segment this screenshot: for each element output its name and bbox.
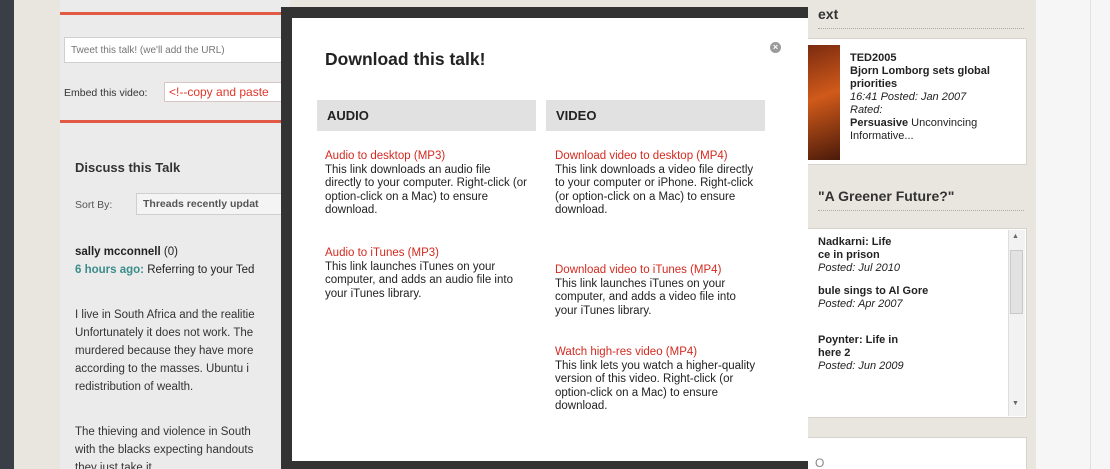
rating-third: Informative...	[850, 130, 914, 142]
playlist-heading: "A Greener Future?"	[818, 188, 955, 204]
scroll-up-arrow-icon[interactable]: ▲	[1012, 233, 1019, 240]
download-option: Download video to desktop (MP4) This lin…	[555, 150, 760, 218]
video-desktop-link[interactable]: Download video to desktop (MP4)	[555, 150, 760, 164]
playlist-item-title[interactable]: Poynter: Life in	[818, 334, 1004, 347]
related-talk-title[interactable]: Bjorn Lomborg sets global priorities	[850, 65, 1022, 91]
download-option: Download video to iTunes (MP4) This link…	[555, 264, 760, 318]
sidebar-card: O	[806, 437, 1027, 469]
download-option-desc: This link lets you watch a higher-qualit…	[555, 359, 756, 413]
audio-column-heading: AUDIO	[317, 100, 536, 131]
download-option: Watch high-res video (MP4) This link let…	[555, 346, 760, 414]
watch-highres-link[interactable]: Watch high-res video (MP4)	[555, 346, 760, 360]
comment-body: The thieving and violence in South with …	[75, 423, 290, 469]
rating-top: Persuasive	[850, 117, 909, 129]
playlist-item-meta: Posted: Apr 2007	[818, 298, 903, 310]
download-option-desc: This link downloads an audio file direct…	[325, 163, 527, 217]
page-right-divider	[1090, 0, 1091, 469]
dotted-divider	[818, 210, 1024, 211]
comment-count: (0)	[163, 246, 178, 258]
page-right-gutter	[1036, 0, 1110, 469]
playlist-item-meta: Posted: Jul 2010	[818, 262, 900, 274]
scrollbar-thumb[interactable]	[1010, 250, 1023, 314]
comment-line: according to the masses. Ubuntu i	[75, 363, 249, 375]
comment-line: Unfortunately it does not work. The	[75, 327, 254, 339]
sidebar-heading: ext	[818, 6, 839, 22]
talk-thumbnail[interactable]	[806, 45, 840, 160]
sort-by-label: Sort By:	[75, 199, 113, 211]
scroll-down-arrow-icon[interactable]: ▼	[1012, 400, 1019, 407]
comment-time-line: 6 hours ago: Referring to your Ted	[75, 264, 254, 276]
playlist-item-title[interactable]: bule sings to Al Gore	[818, 285, 1004, 298]
download-option-desc: This link launches iTunes on your comput…	[325, 260, 513, 300]
comment-line: they just take it	[75, 462, 152, 469]
playlist-item[interactable]: bule sings to Al Gore Posted: Apr 2007	[818, 285, 1004, 311]
section-divider-red	[60, 120, 290, 123]
comment-line: with the blacks expecting handouts	[75, 444, 254, 456]
playlist-item[interactable]: Nadkarni: Life ce in prison Posted: Jul …	[818, 236, 1004, 275]
playlist-list: Nadkarni: Life ce in prison Posted: Jul …	[818, 236, 1004, 383]
comment-line: murdered because they have more	[75, 345, 254, 357]
playlist-item[interactable]: Poynter: Life in here 2 Posted: Jun 2009	[818, 334, 1004, 373]
comment-body: I live in South Africa and the realitie …	[75, 306, 290, 396]
comment-preview: Referring to your Ted	[147, 264, 255, 276]
discuss-heading: Discuss this Talk	[75, 160, 181, 175]
embed-code-field[interactable]	[164, 82, 294, 102]
sidebar-card-text: O	[815, 456, 825, 469]
comment-timestamp[interactable]: 6 hours ago:	[75, 264, 144, 276]
comment-line: redistribution of wealth.	[75, 381, 194, 393]
section-divider-red	[60, 12, 290, 15]
tweet-input[interactable]	[64, 37, 294, 63]
rating-second: Unconvincing	[911, 117, 978, 129]
comment-author: sally mcconnell (0)	[75, 246, 178, 258]
rated-label: Rated:	[850, 104, 883, 116]
download-option: Audio to iTunes (MP3) This link launches…	[325, 247, 530, 301]
playlist-item-meta: Posted: Jun 2009	[818, 360, 904, 372]
comment-line: The thieving and violence in South	[75, 426, 251, 438]
dotted-divider	[818, 28, 1024, 29]
talk-meta: 16:41 Posted: Jan 2007	[850, 91, 967, 103]
video-itunes-link[interactable]: Download video to iTunes (MP4)	[555, 264, 760, 278]
embed-label: Embed this video:	[64, 87, 148, 99]
rating-words: Persuasive Unconvincing	[850, 117, 1022, 130]
download-option: Audio to desktop (MP3) This link downloa…	[325, 150, 530, 218]
close-icon[interactable]: ×	[770, 42, 781, 53]
video-column-heading: VIDEO	[546, 100, 765, 131]
download-option-desc: This link launches iTunes on your comput…	[555, 277, 736, 317]
comment-line: I live in South Africa and the realitie	[75, 309, 255, 321]
talk-main-panel	[60, 0, 290, 469]
related-talk-info: TED2005 Bjorn Lomborg sets global priori…	[850, 52, 1022, 143]
download-option-desc: This link downloads a video file directl…	[555, 163, 754, 217]
audio-desktop-link[interactable]: Audio to desktop (MP3)	[325, 150, 530, 164]
comment-author-name[interactable]: sally mcconnell	[75, 246, 161, 258]
playlist-item-title[interactable]: ce in prison	[818, 249, 1004, 262]
sort-by-select[interactable]: Threads recently updat	[136, 193, 294, 215]
event-name: TED2005	[850, 52, 897, 64]
modal-title: Download this talk!	[325, 49, 486, 69]
audio-itunes-link[interactable]: Audio to iTunes (MP3)	[325, 247, 530, 261]
page-left-border	[0, 0, 14, 469]
playlist-item-title[interactable]: Nadkarni: Life	[818, 236, 1004, 249]
playlist-item-title[interactable]: here 2	[818, 347, 1004, 360]
